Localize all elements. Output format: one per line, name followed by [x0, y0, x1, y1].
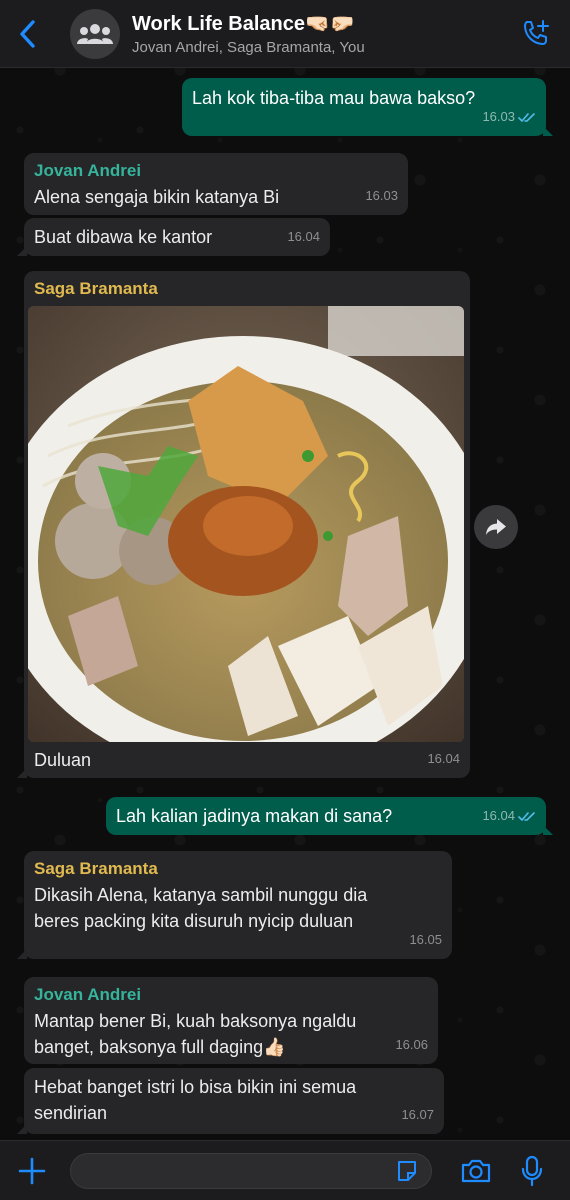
- message-incoming[interactable]: Jovan Andrei Mantap bener Bi, kuah bakso…: [24, 977, 438, 1064]
- message-time: 16.03: [482, 109, 515, 124]
- message-meta: 16.06: [395, 1032, 428, 1058]
- message-text-line: Dikasih Alena, katanya sambil nunggu dia: [34, 885, 368, 905]
- message-text-line: Hebat banget istri lo bisa bikin ini sem…: [34, 1077, 357, 1097]
- message-outgoing[interactable]: Lah kok tiba-tiba mau bawa bakso? 16.03: [182, 78, 553, 136]
- chevron-left-icon[interactable]: [14, 14, 40, 54]
- chat-participants: Jovan Andrei, Saga Bramanta, You: [132, 39, 365, 56]
- message-meta: 16.03: [482, 104, 536, 130]
- message-time: 16.03: [365, 188, 398, 203]
- message-incoming[interactable]: Saga Bramanta Dikasih Alena, katanya sam…: [17, 851, 452, 959]
- forward-button[interactable]: [474, 505, 518, 549]
- message-text-line: sendirian: [34, 1103, 108, 1123]
- message-text: Alena sengaja bikin katanya Bi: [34, 187, 280, 207]
- camera-button[interactable]: [458, 1153, 494, 1189]
- chat-header: Work Life Balance🤜🏻🤛🏻 Jovan Andrei, Saga…: [0, 0, 570, 68]
- composer-bar: [0, 1140, 570, 1200]
- bakso-image: [28, 306, 464, 742]
- add-call-button[interactable]: [516, 14, 556, 54]
- bakso-photo[interactable]: [28, 306, 464, 742]
- forward-icon: [486, 519, 506, 535]
- message-incoming[interactable]: Hebat banget istri lo bisa bikin ini sem…: [17, 1068, 444, 1134]
- message-meta: 16.05: [409, 927, 442, 953]
- sender-name: Saga Bramanta: [34, 279, 158, 298]
- message-meta: 16.04: [287, 224, 320, 250]
- sender-name: Saga Bramanta: [34, 859, 158, 878]
- attach-button[interactable]: [14, 1153, 50, 1189]
- plus-icon: [18, 1157, 46, 1184]
- sticker-icon[interactable]: [395, 1159, 419, 1183]
- camera-icon: [461, 1159, 491, 1182]
- message-time: 16.04: [427, 751, 460, 766]
- message-incoming[interactable]: Jovan Andrei Alena sengaja bikin katanya…: [24, 153, 408, 215]
- sender-name: Jovan Andrei: [34, 985, 142, 1004]
- message-text-line: beres packing kita disuruh nyicip duluan: [34, 911, 354, 931]
- microphone-icon: [521, 1155, 543, 1186]
- message-time: 16.04: [287, 229, 320, 244]
- message-outgoing[interactable]: Lah kalian jadinya makan di sana? 16.04: [106, 797, 553, 835]
- group-avatar[interactable]: [70, 8, 120, 59]
- message-meta: 16.04: [427, 746, 460, 772]
- message-meta: 16.07: [401, 1102, 434, 1128]
- read-ticks-icon: [518, 112, 535, 122]
- phone-add-icon: [524, 19, 549, 45]
- sender-name: Jovan Andrei: [34, 161, 142, 180]
- message-meta: 16.03: [365, 183, 398, 209]
- message-text-line: banget, baksonya full daging👍🏻: [34, 1037, 286, 1057]
- chat-header-info[interactable]: Work Life Balance🤜🏻🤛🏻 Jovan Andrei, Saga…: [132, 11, 516, 56]
- message-text: Lah kalian jadinya makan di sana?: [116, 806, 393, 826]
- read-ticks-icon: [518, 811, 535, 821]
- message-meta: 16.04: [482, 803, 536, 829]
- message-incoming[interactable]: Buat dibawa ke kantor 16.04: [17, 218, 330, 256]
- message-time: 16.05: [409, 932, 442, 947]
- message-text: Buat dibawa ke kantor: [34, 227, 213, 247]
- chat-title: Work Life Balance🤜🏻🤛🏻: [132, 13, 355, 35]
- message-time: 16.06: [395, 1037, 428, 1052]
- microphone-button[interactable]: [514, 1153, 550, 1189]
- message-time: 16.04: [482, 808, 515, 823]
- message-time: 16.07: [401, 1107, 434, 1122]
- group-icon: [77, 23, 113, 44]
- message-input[interactable]: [70, 1152, 432, 1189]
- message-text-line: Mantap bener Bi, kuah baksonya ngaldu: [34, 1011, 357, 1031]
- image-caption: Duluan: [34, 750, 92, 770]
